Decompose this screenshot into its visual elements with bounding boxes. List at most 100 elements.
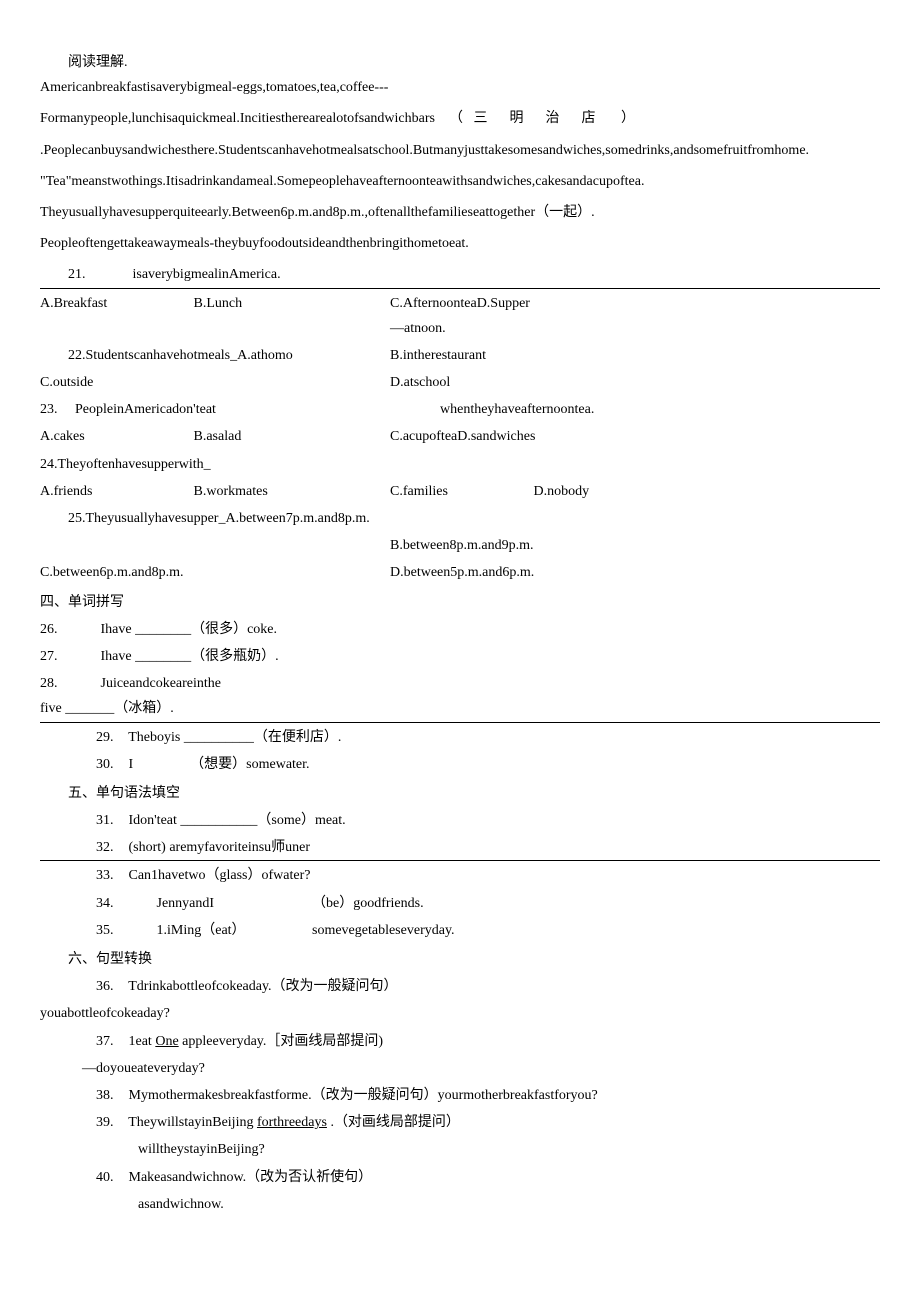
q26-text: Ihave ________（很多）coke. <box>101 622 278 637</box>
q23-row2: A.cakes B.asalad C.acupofteaD.sandwiches <box>40 424 880 449</box>
q39-text2: .（对画线局部提问） <box>330 1115 460 1130</box>
q25-d: D.between5p.m.and6p.m. <box>390 560 880 585</box>
q40-num: 40. <box>68 1165 118 1190</box>
para-6: Peopleoftengettakeawaymeals-theybuyfoodo… <box>40 231 880 256</box>
q21-num: 21. <box>40 262 86 287</box>
para-3: .Peoplecanbuysandwichesthere.Studentscan… <box>40 138 880 163</box>
q23-num: 23. <box>40 402 58 417</box>
q28-num: 28. <box>40 671 90 696</box>
p2b: （ <box>449 111 463 126</box>
q29-text: Theboyis __________（在便利店）. <box>128 730 341 745</box>
q39: 39. TheywillstayinBeijing forthreedays .… <box>40 1110 880 1135</box>
sec6-title: 六、句型转换 <box>40 947 880 972</box>
q21-options: A.Breakfast B.Lunch C.AfternoonteaD.Supp… <box>40 291 880 341</box>
q36-ans: youabottleofcokeaday? <box>40 1001 880 1026</box>
q36: 36. Tdrinkabottleofcokeaday.（改为一般疑问句） <box>40 974 880 999</box>
q24-a: A.friends <box>40 479 190 504</box>
q32-num: 32. <box>68 835 118 860</box>
q37-ans: —doyoueateveryday? <box>40 1056 880 1081</box>
q37-underline: One <box>155 1034 178 1049</box>
q25-b: B.between8p.m.and9p.m. <box>390 533 880 558</box>
q31-text: Idon'teat ___________（some）meat. <box>129 813 346 828</box>
q23-row1: 23. PeopleinAmericadon'teat whentheyhave… <box>40 397 880 422</box>
q36-text: Tdrinkabottleofcokeaday.（改为一般疑问句） <box>128 979 397 994</box>
q37-text2: appleeveryday.［对画线局部提问) <box>182 1034 383 1049</box>
q39-text1: TheywillstayinBeijing <box>128 1115 253 1130</box>
para-4: "Tea"meanstwothings.Itisadrinkandameal.S… <box>40 169 880 194</box>
q33: 33. Can1havetwo（glass）ofwater? <box>40 863 880 888</box>
q24-options: A.friends B.workmates C.families D.nobod… <box>40 479 880 504</box>
q22-b: B.intherestaurant <box>390 343 880 368</box>
q24-stem: 24.Theyoftenhavesupperwith_ <box>40 452 880 477</box>
q23-stem: PeopleinAmericadon'teat <box>75 402 216 417</box>
sec4-title: 四、单词拼写 <box>40 590 880 615</box>
q23-a: A.cakes <box>40 424 190 449</box>
q30-text: I <box>129 757 134 772</box>
q38-num: 38. <box>68 1083 118 1108</box>
q25-c: C.between6p.m.and8p.m. <box>40 560 390 585</box>
q33-num: 33. <box>68 863 118 888</box>
q30-num: 30. <box>68 752 118 777</box>
q24-d: D.nobody <box>534 479 590 504</box>
q40-text: Makeasandwichnow.（改为否认祈使句） <box>129 1170 373 1185</box>
q32-text: (short) aremyfavoriteinsu师uner <box>129 840 311 855</box>
q24-c: C.families <box>390 479 530 504</box>
q27-text: Ihave ________（很多瓶奶）. <box>101 649 279 664</box>
p2c: 三明治店 <box>473 111 617 126</box>
q21-b: B.Lunch <box>194 291 334 316</box>
q27-num: 27. <box>40 644 90 669</box>
q25-stem: 25.Theyusuallyhavesupper_A.between7p.m.a… <box>40 506 880 531</box>
q39-ans: willtheystayinBeijing? <box>40 1137 880 1162</box>
q38-text: Mymothermakesbreakfastforme.（改为一般疑问句）you… <box>129 1088 598 1103</box>
q21-stem: isaverybigmealinAmerica. <box>133 267 281 282</box>
q25-row3: C.between6p.m.and8p.m. D.between5p.m.and… <box>40 560 880 585</box>
q34-num: 34. <box>68 891 118 916</box>
section-4: 四、单词拼写 26. Ihave ________（很多）coke. 27. I… <box>40 590 880 777</box>
q29-num: 29. <box>68 725 118 750</box>
q25-row2: B.between8p.m.and9p.m. <box>40 533 880 558</box>
q31: 31. Idon'teat ___________（some）meat. <box>40 808 880 833</box>
q36-num: 36. <box>68 974 118 999</box>
q28-text1: Juiceandcokeareinthe <box>101 676 222 691</box>
q37-num: 37. <box>68 1029 118 1054</box>
q40-ans: asandwichnow. <box>40 1192 880 1217</box>
q39-num: 39. <box>68 1110 118 1135</box>
q22-c: C.outside <box>40 370 390 395</box>
q34: 34. JennyandI （be）goodfriends. <box>40 891 880 916</box>
p2a: Formanypeople,lunchisaquickmeal.Incities… <box>40 111 435 126</box>
q21-a: A.Breakfast <box>40 291 190 316</box>
sec5-title: 五、单句语法填空 <box>40 781 880 806</box>
q26: 26. Ihave ________（很多）coke. <box>40 617 880 642</box>
q22-row1: 22.Studentscanhavehotmeals_A.athomo B.in… <box>40 343 880 368</box>
q21-noon: —atnoon. <box>390 316 880 341</box>
q35-text1: 1.iMing（eat） <box>129 918 309 943</box>
section-5: 五、单句语法填空 31. Idon'teat ___________（some）… <box>40 781 880 943</box>
q27: 27. Ihave ________（很多瓶奶）. <box>40 644 880 669</box>
q23-tail: whentheyhaveafternoontea. <box>390 397 880 422</box>
para-1: Americanbreakfastisaverybigmeal-eggs,tom… <box>40 75 880 100</box>
q37-text1: 1eat <box>129 1034 152 1049</box>
q35-text2: somevegetableseveryday. <box>312 923 455 938</box>
p2d: ） <box>621 111 635 126</box>
q22-row2: C.outside D.atschool <box>40 370 880 395</box>
q28: 28. Juiceandcokeareinthe five _______（冰箱… <box>40 671 880 722</box>
para-2: Formanypeople,lunchisaquickmeal.Incities… <box>40 106 880 131</box>
q33-text: Can1havetwo（glass）ofwater? <box>129 868 311 883</box>
q22-stem: 22.Studentscanhavehotmeals_A.athomo <box>40 343 390 368</box>
q39-underline: forthreedays <box>257 1115 327 1130</box>
q34-text2: （be）goodfriends. <box>312 896 424 911</box>
section-6: 六、句型转换 36. Tdrinkabottleofcokeaday.（改为一般… <box>40 947 880 1217</box>
q23-b: B.asalad <box>194 424 334 449</box>
q37: 37. 1eat One appleeveryday.［对画线局部提问) <box>40 1029 880 1054</box>
reading-title: 阅读理解. <box>40 50 880 75</box>
q35-num: 35. <box>68 918 118 943</box>
q26-num: 26. <box>40 617 90 642</box>
para-5: Theyusuallyhavesupperquiteearly.Between6… <box>40 200 880 225</box>
q34-text1: JennyandI <box>129 891 309 916</box>
q31-num: 31. <box>68 808 118 833</box>
q21-stem-line: 21. isaverybigmealinAmerica. <box>40 262 880 288</box>
q32: 32. (short) aremyfavoriteinsu师uner <box>40 835 880 861</box>
q28-text2: five _______（冰箱）. <box>40 696 880 721</box>
q30-text2: （想要）somewater. <box>190 757 309 772</box>
q30: 30. I （想要）somewater. <box>40 752 880 777</box>
